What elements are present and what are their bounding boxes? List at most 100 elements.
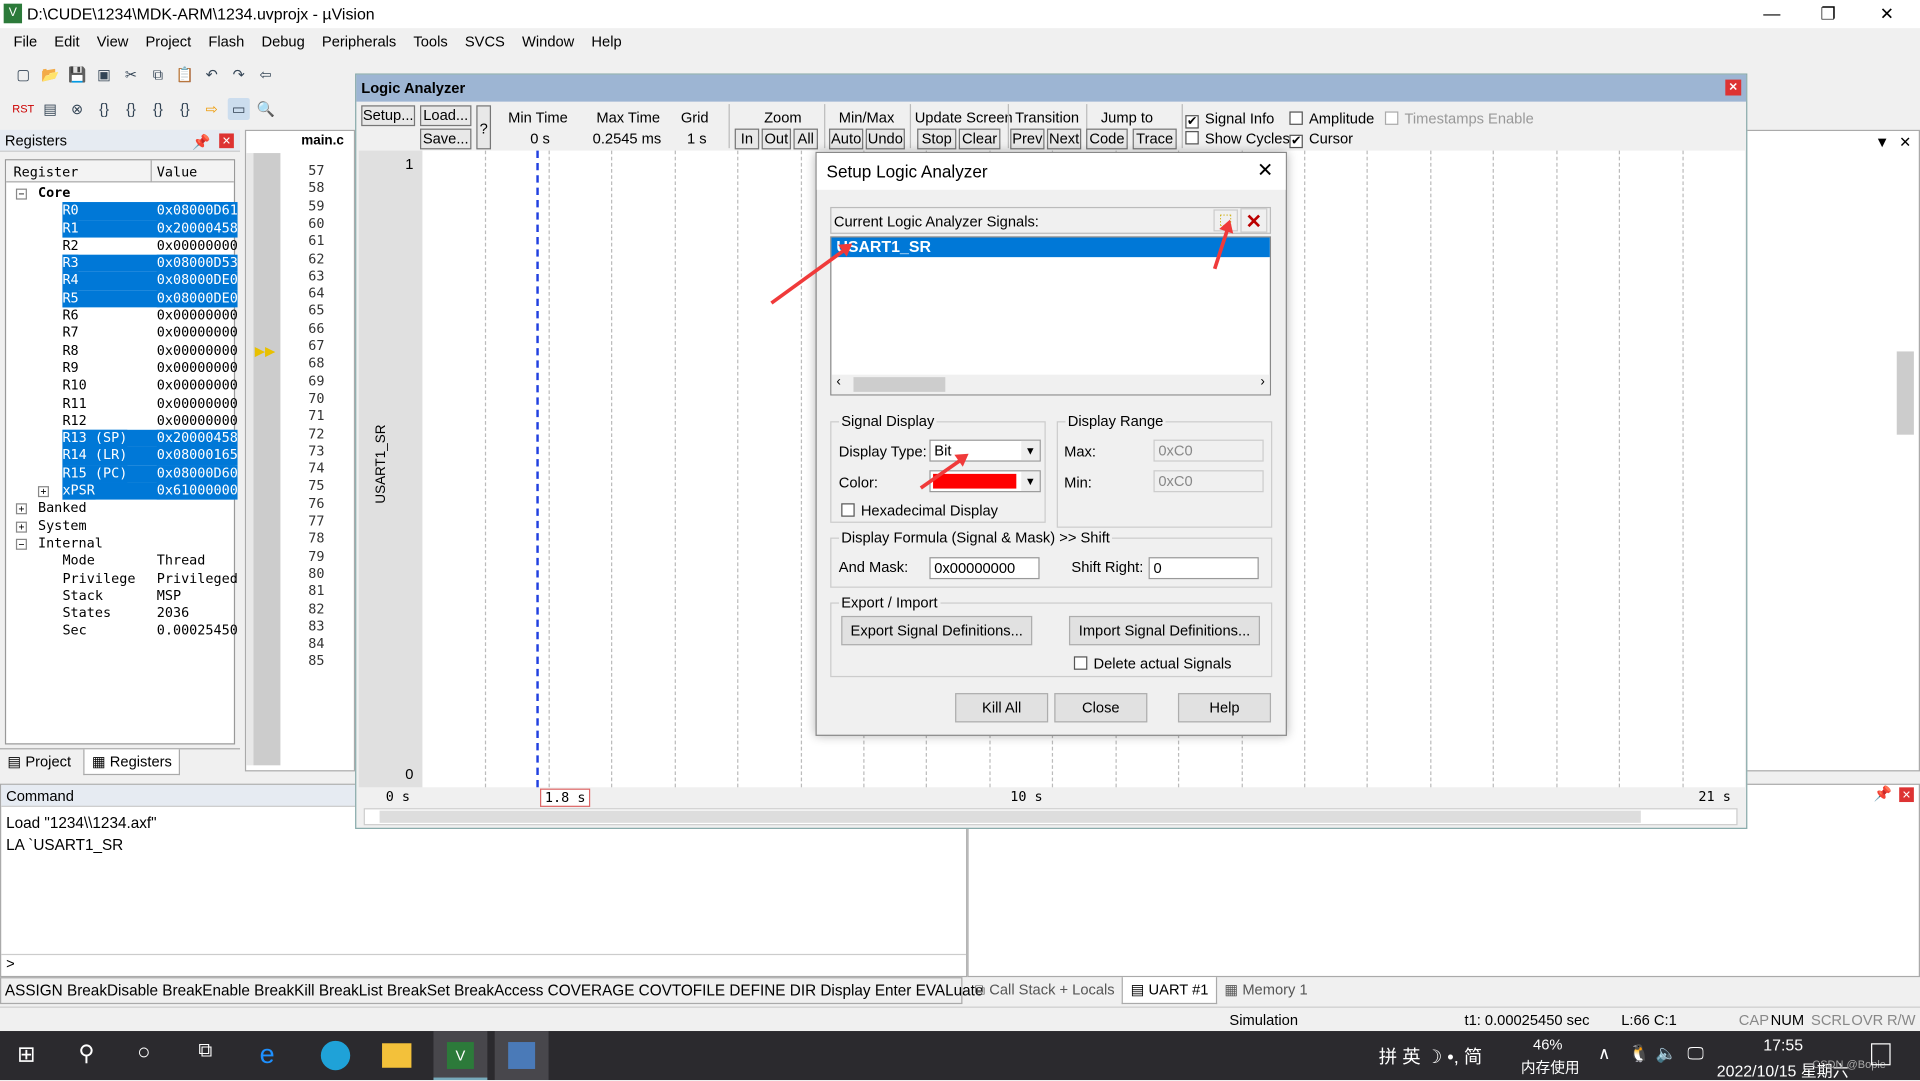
close-editor-icon[interactable]: ✕ [1899,133,1911,150]
register-row[interactable]: R4 0x08000DE0 [6,272,238,291]
close-panel-icon[interactable]: ✕ [1899,787,1914,803]
code-button[interactable]: Code [1086,128,1128,150]
register-row[interactable]: R9 0x00000000 [6,360,237,378]
menu-window[interactable]: Window [513,29,582,53]
zoom-in-button[interactable]: In [734,128,760,150]
delete-actual-signals-checkbox[interactable]: Delete actual Signals [1073,655,1232,672]
show-cycles-checkbox[interactable]: Show Cycles [1185,130,1290,147]
list-scrollbar[interactable]: ‹ › [831,374,1270,395]
disassembly-icon[interactable]: 🔍 [255,98,277,120]
cursor-line[interactable] [535,150,539,788]
menu-file[interactable]: File [5,29,46,53]
zoom-out-button[interactable]: Out [761,128,792,150]
code-editor[interactable]: main.c ▶▶ 57 58 59 60 61 62 63 64 65 66 67 68 69 70 71… [244,129,356,772]
close-button[interactable]: ✕ [1859,0,1915,28]
tab-registers[interactable]: ▦ Registers [83,749,181,776]
step-in-icon[interactable]: {} [93,98,115,120]
command-window-icon[interactable]: ▭ [227,97,250,121]
ime-indicator[interactable]: 拼 英 ☽ •, 简 [1379,1043,1483,1069]
register-row[interactable]: + xPSR 0x61000000 [6,482,238,501]
column-register[interactable]: Register [13,164,78,180]
help-button[interactable]: ? [476,105,492,150]
scrollbar-thumb[interactable] [1896,351,1914,435]
file-explorer-icon[interactable] [382,1043,412,1068]
edge-icon[interactable] [320,1040,351,1071]
clock-time[interactable]: 17:55 [1763,1036,1803,1054]
scrollbar-thumb[interactable] [379,810,1641,823]
paste-icon[interactable]: 📋 [174,64,196,86]
qq-icon[interactable]: 🐧 [1629,1043,1650,1064]
maximize-button[interactable]: ❐ [1800,0,1856,28]
import-signal-definitions-button[interactable]: Import Signal Definitions... [1068,615,1261,646]
register-row[interactable]: R14 (LR) 0x08000165 [6,447,238,466]
register-row[interactable]: R10 0x00000000 [6,377,237,395]
register-row[interactable]: R11 0x00000000 [6,395,237,413]
auto-button[interactable]: Auto [828,128,864,150]
hex-display-checkbox[interactable]: Hexadecimal Display [841,502,998,519]
register-row[interactable]: R13 (SP) 0x20000458 [6,429,238,448]
close-button[interactable]: Close [1054,693,1148,723]
task-view-icon[interactable]: ⧉ [198,1041,212,1063]
menu-svcs[interactable]: SVCS [456,29,513,53]
minimize-button[interactable]: — [1744,0,1800,28]
display-type-select[interactable]: Bit ▼ [929,439,1041,462]
stop-button[interactable]: Stop [917,128,957,150]
keil-taskbar-icon[interactable]: V [433,1031,488,1081]
register-row[interactable]: Mode Thread [6,553,234,571]
register-row[interactable]: R2 0x00000000 [6,237,237,255]
search-icon[interactable]: ⚲ [78,1041,94,1067]
expand-icon[interactable]: + [15,521,27,533]
delete-signal-icon[interactable]: ✕ [1240,208,1268,233]
signals-list[interactable]: USART1_SR ‹ › [830,236,1272,396]
collapse-icon[interactable]: − [15,188,27,200]
clear-button[interactable]: Clear [958,128,1001,150]
menu-flash[interactable]: Flash [200,29,253,53]
register-row[interactable]: R6 0x00000000 [6,307,237,325]
load-button[interactable]: Load... [420,105,472,127]
step-over-icon[interactable]: {} [120,98,142,120]
tab-project[interactable]: ▤ Project [7,753,71,770]
pin-icon[interactable]: 📌 [192,131,210,153]
max-input[interactable]: 0xC0 [1153,439,1264,462]
menu-help[interactable]: Help [583,29,630,53]
tree-group[interactable]: − Internal [6,535,234,553]
register-row[interactable]: R15 (PC) 0x08000D60 [6,465,238,483]
register-row[interactable]: R0 0x08000D61 [6,202,238,221]
tab-memory-1[interactable]: ▦ Memory 1 [1217,977,1315,1004]
tree-group-core[interactable]: − Core [6,185,234,203]
min-input[interactable]: 0xC0 [1153,470,1264,493]
pin-icon[interactable]: 📌 [1874,785,1892,802]
run-to-cursor-icon[interactable]: {} [174,98,196,120]
chevron-up-icon[interactable]: ∧ [1598,1043,1611,1064]
register-row[interactable]: R12 0x00000000 [6,412,237,430]
dropdown-icon[interactable]: ▼ [1875,133,1890,150]
menu-peripherals[interactable]: Peripherals [313,29,404,53]
timestamps-checkbox[interactable]: Timestamps Enable [1384,110,1534,127]
step-out-icon[interactable]: {} [147,98,169,120]
save-all-icon[interactable]: ▣ [93,64,115,86]
tree-group[interactable]: + Banked [6,500,234,518]
prev-button[interactable]: Prev [1010,128,1045,150]
kill-all-button[interactable]: Kill All [955,693,1049,723]
export-signal-definitions-button[interactable]: Export Signal Definitions... [841,615,1033,646]
chevron-down-icon[interactable]: ▼ [1021,440,1040,461]
notification-icon[interactable] [1871,1043,1891,1066]
tree-group[interactable]: + System [6,518,234,536]
register-row[interactable]: R8 0x00000000 [6,342,237,360]
zoom-all-button[interactable]: All [793,128,818,150]
open-icon[interactable]: 📂 [39,64,61,86]
setup-button[interactable]: Setup... [361,105,416,127]
volume-icon[interactable]: 🔈 [1656,1043,1677,1064]
command-input[interactable]: > [1,953,967,976]
undo-button[interactable]: Undo [865,128,905,150]
register-row[interactable]: Sec 0.00025450 [6,623,237,641]
close-icon[interactable]: ✕ [1725,79,1742,96]
tab-uart-1[interactable]: ▤ UART #1 [1121,977,1218,1005]
stop-icon[interactable]: ⊗ [66,98,88,120]
windows-start-icon[interactable]: ⊞ [17,1042,35,1068]
color-select[interactable]: ▼ [929,470,1041,493]
menu-tools[interactable]: Tools [405,29,456,53]
network-icon[interactable]: 🖵 [1687,1043,1704,1064]
cursor-checkbox[interactable]: ✔ Cursor [1289,130,1353,149]
back-icon[interactable]: ⇦ [255,64,277,86]
